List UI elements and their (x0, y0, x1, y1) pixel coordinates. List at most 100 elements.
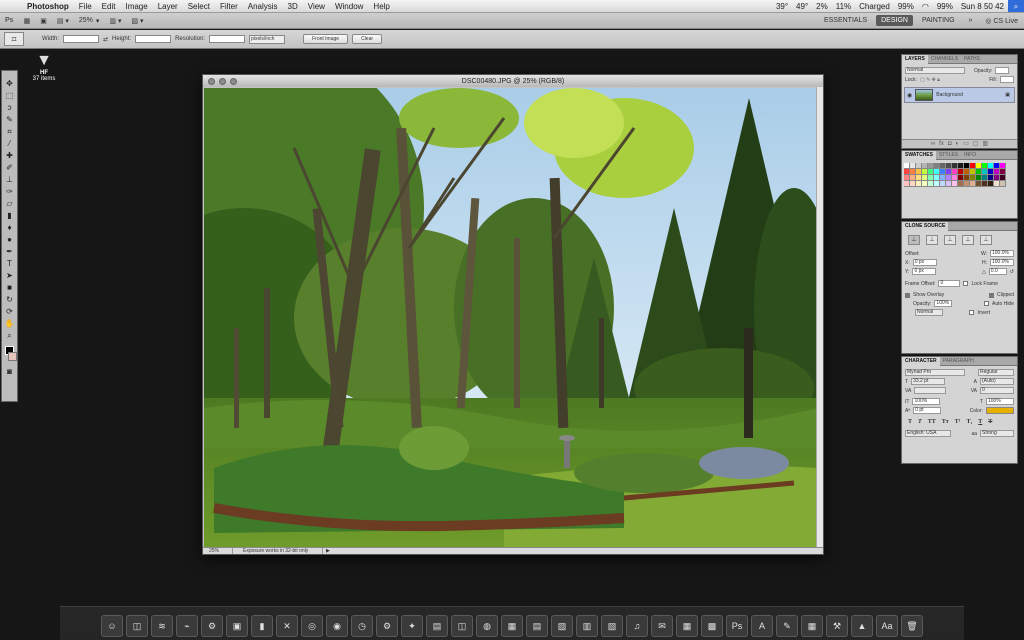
layer-style-icon[interactable]: fx (939, 140, 944, 148)
dock-activity-monitor-icon[interactable]: ≋ (151, 615, 173, 637)
mini-bridge-icon[interactable]: ▣ (35, 17, 52, 25)
tab-paragraph[interactable]: PARAGRAPH (940, 357, 977, 366)
clone-source-3-icon[interactable]: ⊥ (944, 235, 956, 245)
tab-clone-source[interactable]: CLONE SOURCE (902, 222, 949, 231)
dock-notes-icon[interactable]: ▤ (526, 615, 548, 637)
temperature-2[interactable]: 49° (792, 2, 812, 11)
dock-x11-icon[interactable]: ✕ (276, 615, 298, 637)
menu-analysis[interactable]: Analysis (243, 2, 283, 11)
dock-grab-icon[interactable]: ◫ (126, 615, 148, 637)
blur-tool-icon[interactable]: ♦ (4, 223, 16, 233)
menu-image[interactable]: Image (120, 2, 152, 11)
dock-photoshop-icon[interactable]: Ps (726, 615, 748, 637)
menu-select[interactable]: Select (183, 2, 215, 11)
dock-network-icon[interactable]: ◉ (326, 615, 348, 637)
show-overlay-checkbox[interactable] (905, 292, 910, 298)
zoom-tool-icon[interactable]: ⌕ (4, 331, 16, 341)
delete-layer-icon[interactable]: ▥ (982, 140, 988, 148)
tab-channels[interactable]: CHANNELS (928, 55, 961, 64)
spotlight-icon[interactable]: ⌕ (1008, 0, 1024, 12)
tab-swatches[interactable]: SWATCHES (902, 151, 936, 160)
faux-italic-icon[interactable]: T (918, 419, 922, 425)
lock-frame-checkbox[interactable] (963, 281, 969, 286)
clone-source-4-icon[interactable]: ⊥ (962, 235, 974, 245)
frame-offset-field[interactable]: 0 (938, 280, 961, 287)
dock-automator-icon[interactable]: ⚙ (376, 615, 398, 637)
clone-angle-field[interactable]: 0.0 (988, 268, 1007, 275)
dock-disk-utility-icon[interactable]: ▣ (226, 615, 248, 637)
dock-sweeper-icon[interactable]: ▲ (851, 615, 873, 637)
menu-file[interactable]: File (74, 2, 97, 11)
battery-percent[interactable]: 99% (894, 2, 918, 11)
image-canvas[interactable] (204, 88, 818, 548)
workspace-painting[interactable]: PAINTING (917, 15, 960, 26)
layer-mask-icon[interactable]: ◘ (948, 140, 952, 148)
clone-height-field[interactable]: 100.0% (990, 259, 1014, 266)
lock-icons[interactable]: ▢ ✎ ✥ 🔒︎ (920, 77, 940, 83)
adjustment-layer-icon[interactable]: ◐ (955, 140, 959, 148)
clone-source-5-icon[interactable]: ⊥ (980, 235, 992, 245)
shape-tool-icon[interactable]: ■ (4, 283, 16, 293)
zoom-level-select[interactable]: 25% ▾ (74, 17, 105, 25)
front-image-button[interactable]: Front Image (303, 34, 349, 44)
menu-app-name[interactable]: Photoshop (22, 2, 74, 11)
vertical-scrollbar[interactable] (816, 87, 823, 549)
dock-xcode-icon[interactable]: ⚒ (826, 615, 848, 637)
group-icon[interactable]: ▭ (963, 140, 969, 148)
menu-filter[interactable]: Filter (215, 2, 243, 11)
tracking-select[interactable]: 0 (980, 387, 1014, 394)
bridge-icon[interactable]: ▦ (19, 17, 36, 25)
tab-paths[interactable]: PATHS (961, 55, 983, 64)
eye-icon[interactable]: ◉ (907, 92, 912, 99)
cpu-usage[interactable]: 2% (812, 2, 832, 11)
network-usage[interactable]: 11% (832, 2, 855, 11)
clone-y-field[interactable]: 0 px (912, 268, 937, 275)
3d-rotate-tool-icon[interactable]: ↻ (4, 295, 16, 305)
dock-acrobat-icon[interactable]: A (751, 615, 773, 637)
eraser-tool-icon[interactable]: ▱ (4, 199, 16, 209)
overlay-opacity-field[interactable]: 100% (934, 300, 953, 307)
dock-terminal-icon[interactable]: ▮ (251, 615, 273, 637)
tab-info[interactable]: INFO (961, 151, 979, 160)
tab-character[interactable]: CHARACTER (902, 357, 940, 366)
dock-system-preferences-icon[interactable]: ⚙ (201, 615, 223, 637)
menu-window[interactable]: Window (330, 2, 368, 11)
lasso-tool-icon[interactable]: ↄ (4, 103, 16, 113)
pen-tool-icon[interactable]: ✒ (4, 247, 16, 257)
language-select[interactable]: English: USA (905, 430, 951, 437)
dock-calculator-icon[interactable]: ▦ (801, 615, 823, 637)
kerning-select[interactable] (914, 387, 947, 394)
workspace-essentials[interactable]: ESSENTIALS (819, 15, 872, 26)
clone-x-field[interactable]: 0 px (912, 259, 937, 266)
crop-tool-icon[interactable]: ⌗ (4, 127, 16, 137)
3d-orbit-tool-icon[interactable]: ⟳ (4, 307, 16, 317)
workspace-more-icon[interactable]: » (964, 15, 978, 26)
view-extras-icon[interactable]: ▤ ▾ (52, 17, 74, 25)
menu-layer[interactable]: Layer (153, 2, 183, 11)
desktop-folder-hf[interactable]: ▼ HF 37 items (28, 52, 60, 82)
menu-help[interactable]: Help (368, 2, 394, 11)
quick-select-tool-icon[interactable]: ✎ (4, 115, 16, 125)
type-tool-icon[interactable]: T (4, 259, 16, 269)
dock-dictionary-icon[interactable]: Aa (876, 615, 898, 637)
invert-checkbox[interactable] (969, 310, 975, 315)
move-tool-icon[interactable]: ✥ (4, 79, 16, 89)
vertical-scale-field[interactable]: 100% (912, 398, 941, 405)
clone-width-field[interactable]: 100.0% (990, 250, 1014, 257)
clone-stamp-tool-icon[interactable]: ⊥ (4, 175, 16, 185)
status-zoom[interactable]: 25% (203, 548, 233, 554)
clone-source-2-icon[interactable]: ⊥ (926, 235, 938, 245)
overlay-mode-select[interactable]: Normal (915, 309, 943, 316)
dock-itunes-icon[interactable]: ♫ (626, 615, 648, 637)
dock-reader-icon[interactable]: ▥ (576, 615, 598, 637)
clipped-checkbox[interactable] (989, 292, 995, 298)
marquee-tool-icon[interactable]: ⬚ (4, 91, 16, 101)
text-color-swatch[interactable] (986, 407, 1014, 414)
subscript-icon[interactable]: T₁ (966, 419, 972, 425)
resolution-units-select[interactable]: pixels/inch (249, 34, 286, 44)
temperature-1[interactable]: 39° (772, 2, 792, 11)
underline-icon[interactable]: T (978, 419, 982, 425)
horizontal-scale-field[interactable]: 100% (986, 398, 1014, 405)
battery-percent-2[interactable]: 99% (933, 2, 957, 11)
dock-preview-icon[interactable]: ▤ (426, 615, 448, 637)
